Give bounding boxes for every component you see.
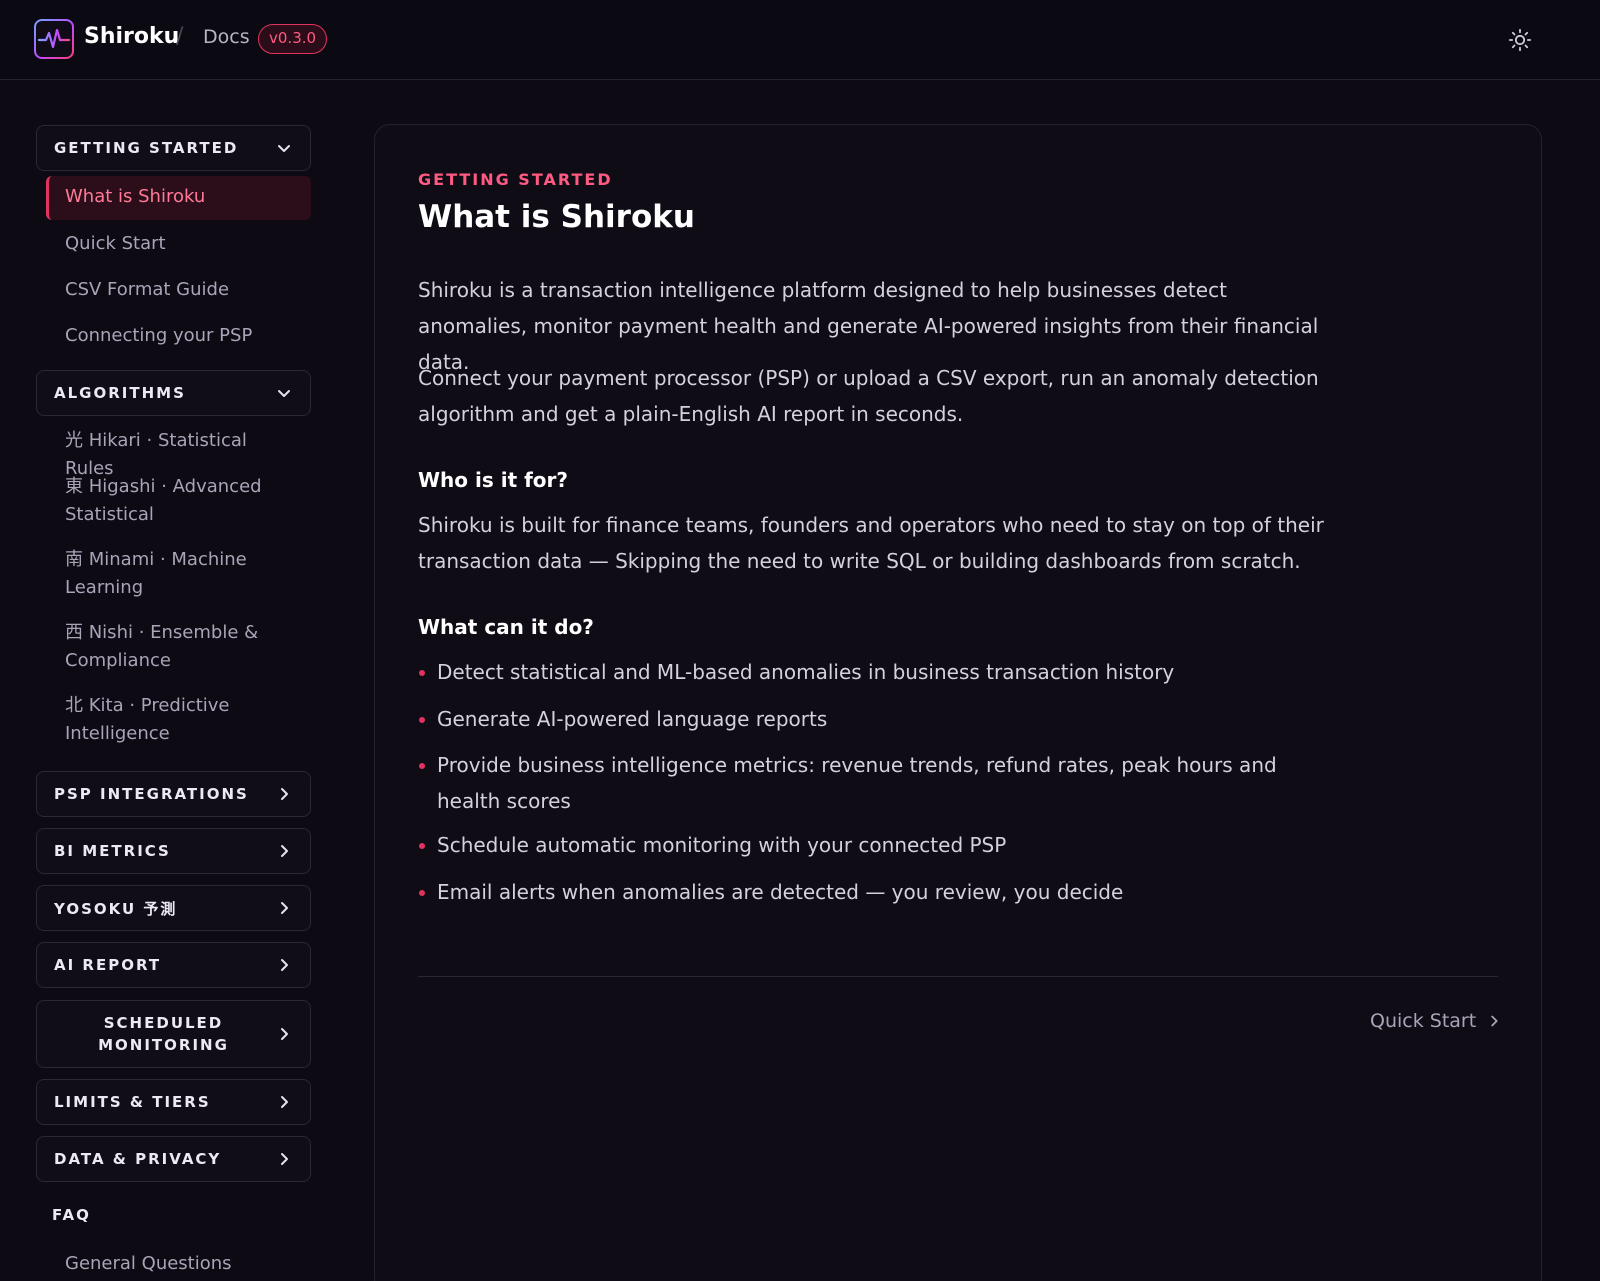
version-badge: v0.3.0 bbox=[258, 24, 328, 54]
bullet-text: Email alerts when anomalies are detected… bbox=[437, 880, 1124, 904]
section-label: BI METRICS bbox=[54, 842, 171, 860]
sun-icon bbox=[1508, 28, 1532, 52]
bullet-text: Schedule automatic monitoring with your … bbox=[437, 833, 1007, 857]
section-getting-started[interactable]: GETTING STARTED bbox=[36, 125, 311, 171]
section-label: SCHEDULED MONITORING bbox=[98, 1014, 229, 1054]
chevron-right-icon bbox=[281, 1153, 288, 1165]
section-yosoku[interactable]: YOSOKU 予測 bbox=[36, 885, 311, 931]
chevron-down-icon bbox=[278, 390, 290, 397]
sidebar-item-general-questions[interactable]: General Questions bbox=[46, 1250, 311, 1278]
who-paragraph: Shiroku is built for finance teams, foun… bbox=[418, 513, 1324, 573]
faq-heading: FAQ bbox=[52, 1206, 91, 1224]
section-limits-tiers[interactable]: LIMITS & TIERS bbox=[36, 1079, 311, 1125]
chevron-right-icon bbox=[281, 788, 288, 800]
sidebar-item-minami[interactable]: 南 Minami · Machine Learning bbox=[46, 546, 256, 602]
list-item: Email alerts when anomalies are detected… bbox=[418, 874, 1338, 910]
section-data-privacy[interactable]: DATA & PRIVACY bbox=[36, 1136, 311, 1182]
next-page-label: Quick Start bbox=[1370, 1010, 1477, 1032]
chevron-right-icon bbox=[281, 902, 288, 914]
content-divider bbox=[418, 976, 1498, 977]
section-eyebrow: GETTING STARTED bbox=[418, 170, 613, 189]
section-label: GETTING STARTED bbox=[54, 139, 239, 157]
section-label: DATA & PRIVACY bbox=[54, 1150, 222, 1168]
breadcrumb-separator: / bbox=[176, 24, 184, 49]
bullet-dot bbox=[419, 717, 425, 723]
sidebar-item-nishi[interactable]: 西 Nishi · Ensemble & Compliance bbox=[46, 619, 266, 675]
chevron-down-icon bbox=[278, 145, 290, 152]
next-page-link[interactable]: Quick Start bbox=[1370, 1010, 1502, 1032]
section-label: AI REPORT bbox=[54, 956, 162, 974]
sidebar-item-connecting-psp[interactable]: Connecting your PSP bbox=[46, 322, 311, 350]
sidebar-item-kita[interactable]: 北 Kita · Predictive Intelligence bbox=[46, 692, 246, 748]
bullet-dot bbox=[419, 890, 425, 896]
connect-paragraph: Connect your payment processor (PSP) or … bbox=[418, 366, 1319, 426]
list-item: Detect statistical and ML-based anomalie… bbox=[418, 654, 1338, 690]
sidebar-item-higashi[interactable]: 東 Higashi · Advanced Statistical bbox=[46, 473, 266, 529]
brand-name[interactable]: Shiroku bbox=[84, 24, 179, 49]
bullet-text: Generate AI-powered language reports bbox=[437, 707, 828, 731]
bullet-dot bbox=[419, 670, 425, 676]
theme-toggle-button[interactable] bbox=[1505, 25, 1535, 55]
chevron-right-icon bbox=[281, 1096, 288, 1108]
chevron-right-icon bbox=[281, 1028, 288, 1040]
docs-link[interactable]: Docs bbox=[203, 26, 250, 48]
who-heading: Who is it for? bbox=[418, 468, 569, 492]
section-bi-metrics[interactable]: BI METRICS bbox=[36, 828, 311, 874]
bullet-text: Detect statistical and ML-based anomalie… bbox=[437, 660, 1175, 684]
section-algorithms[interactable]: ALGORITHMS bbox=[36, 370, 311, 416]
chevron-right-icon bbox=[1491, 1015, 1498, 1027]
sidebar-item-quick-start[interactable]: Quick Start bbox=[46, 230, 311, 258]
page-title: What is Shiroku bbox=[418, 199, 695, 235]
section-label: ALGORITHMS bbox=[54, 384, 186, 402]
chevron-right-icon bbox=[281, 959, 288, 971]
section-label: YOSOKU 予測 bbox=[54, 899, 178, 918]
shiroku-logo-icon[interactable] bbox=[34, 19, 74, 59]
sidebar-item-what-is-shiroku[interactable]: What is Shiroku bbox=[46, 176, 311, 220]
list-item: Provide business intelligence metrics: r… bbox=[418, 747, 1338, 819]
section-label: LIMITS & TIERS bbox=[54, 1093, 211, 1111]
bullet-text: Provide business intelligence metrics: r… bbox=[437, 753, 1277, 813]
what-heading: What can it do? bbox=[418, 615, 594, 639]
list-item: Generate AI-powered language reports bbox=[418, 701, 1338, 737]
top-header: Shiroku / Docs v0.3.0 bbox=[0, 0, 1600, 80]
chevron-right-icon bbox=[281, 845, 288, 857]
bullet-dot bbox=[419, 763, 425, 769]
bullet-dot bbox=[419, 843, 425, 849]
list-item: Schedule automatic monitoring with your … bbox=[418, 827, 1338, 863]
section-psp-integrations[interactable]: PSP INTEGRATIONS bbox=[36, 771, 311, 817]
sidebar-item-csv-format-guide[interactable]: CSV Format Guide bbox=[46, 276, 311, 304]
section-scheduled-monitoring[interactable]: SCHEDULED MONITORING bbox=[36, 1000, 311, 1068]
section-label: PSP INTEGRATIONS bbox=[54, 785, 249, 803]
section-ai-report[interactable]: AI REPORT bbox=[36, 942, 311, 988]
